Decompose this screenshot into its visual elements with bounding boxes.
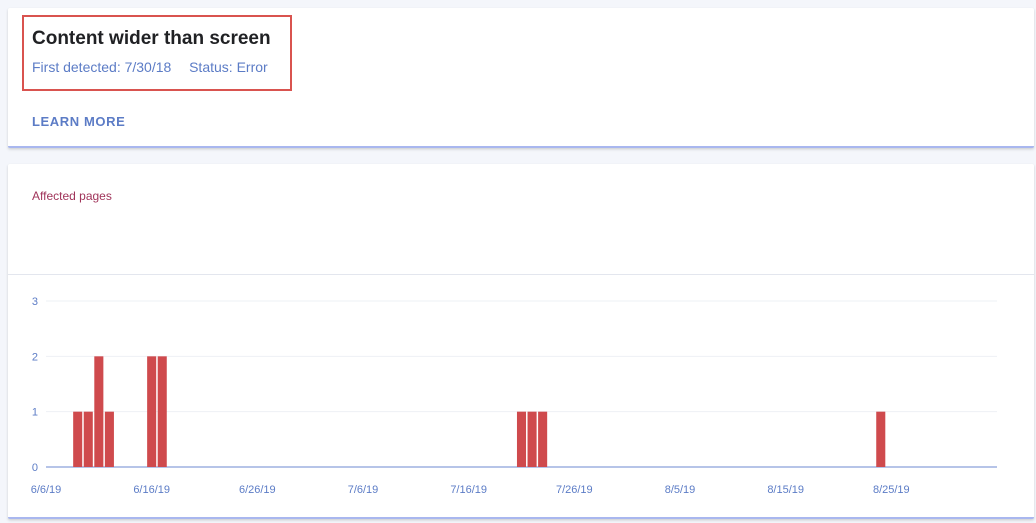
bar <box>83 411 93 467</box>
bar <box>516 411 527 467</box>
highlight-box <box>22 15 292 91</box>
bar <box>147 356 157 467</box>
x-tick-label: 7/16/19 <box>450 484 487 496</box>
issue-meta: First detected: 7/30/18 Status: Error <box>32 59 268 75</box>
x-tick-label: 6/6/19 <box>31 484 62 496</box>
x-tick-label: 6/16/19 <box>133 484 170 496</box>
issue-title: Content wider than screen <box>32 28 271 49</box>
chart-card: Affected pages 0 1 2 3 6/6/19 6/16/19 6/26/19 7… <box>8 164 1034 519</box>
affected-pages-chart: 0 1 2 3 6/6/19 6/16/19 6/26/19 7/6/19 7/16/19 7/2… <box>31 296 997 496</box>
bar <box>104 411 114 467</box>
y-tick-label: 2 <box>32 351 38 363</box>
bar <box>94 356 104 467</box>
x-tick-label: 8/5/19 <box>665 484 696 496</box>
bar <box>73 411 83 467</box>
x-tick-label: 8/15/19 <box>767 484 804 496</box>
y-tick-label: 1 <box>32 407 38 419</box>
y-tick-label: 3 <box>32 296 38 308</box>
x-tick-label: 7/6/19 <box>348 484 379 496</box>
bar <box>538 411 548 467</box>
status-value: Error <box>236 59 268 75</box>
y-tick-label: 0 <box>32 462 38 474</box>
learn-more-link[interactable]: LEARN MORE <box>32 114 125 129</box>
x-tick-label: 7/26/19 <box>556 484 593 496</box>
issue-card: Content wider than screen First detected… <box>8 8 1034 148</box>
first-detected-value: 7/30/18 <box>124 59 172 75</box>
bar <box>157 356 167 467</box>
bar <box>527 411 537 467</box>
status-label: Status: <box>189 59 233 75</box>
first-detected-label: First detected: <box>32 59 121 75</box>
x-tick-label: 8/25/19 <box>873 484 910 496</box>
x-tick-label: 6/26/19 <box>239 484 276 496</box>
bar <box>876 411 886 467</box>
